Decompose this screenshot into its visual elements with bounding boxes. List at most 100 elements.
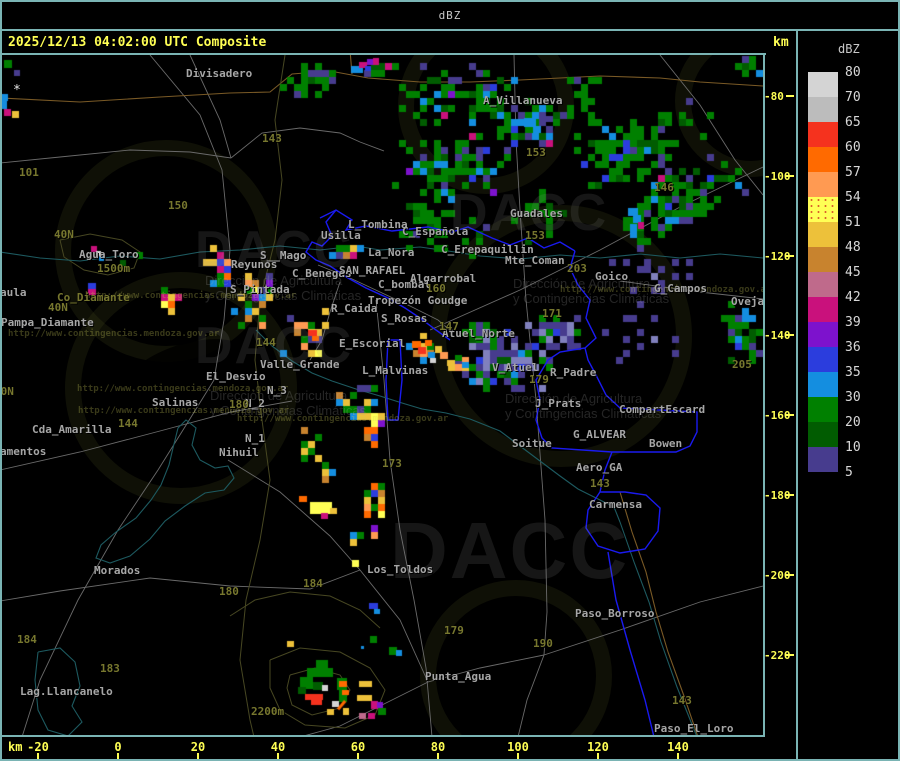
- legend-color-band: [808, 372, 838, 397]
- legend-value-label: 36: [845, 340, 861, 355]
- place-label: R_Caida: [331, 302, 378, 315]
- place-label: E_Escorial: [339, 337, 406, 350]
- place-label: Morados: [94, 564, 141, 577]
- window-title: dBZ: [438, 9, 462, 22]
- legend-value-label: 48: [845, 240, 861, 255]
- km-axis-unit-bottom: km: [8, 740, 23, 754]
- place-label: N_3: [267, 384, 287, 397]
- place-label: El_Desvio: [206, 370, 266, 383]
- place-label: Guadales: [510, 207, 563, 220]
- route-label: 205: [732, 358, 752, 371]
- route-label: 40N: [54, 228, 74, 241]
- right-axis-tick-label: -80: [764, 90, 784, 103]
- route-label: 144: [256, 336, 276, 349]
- route-label: 150: [168, 199, 188, 212]
- right-axis-tick: [786, 494, 794, 496]
- place-label: Pampa_Diamante: [2, 316, 94, 329]
- place-label: Los_Toldos: [367, 563, 434, 576]
- timestamp-label: 2025/12/13 04:02:00 UTC Composite: [8, 35, 267, 50]
- bottom-axis-tick-label: 100: [507, 740, 529, 754]
- route-label: 40N: [48, 301, 68, 314]
- route-label: 179: [444, 624, 464, 637]
- legend-value-label: 35: [845, 365, 861, 380]
- place-label: R_Padre: [550, 366, 597, 379]
- bottom-axis-tick: [597, 753, 599, 759]
- bottom-axis-tick-label: 40: [270, 740, 286, 754]
- route-label: 144: [118, 417, 138, 430]
- map-right-border: [763, 53, 765, 737]
- route-label: 101: [19, 166, 39, 179]
- bottom-axis-tick: [677, 753, 679, 759]
- bottom-axis-tick-label: 80: [430, 740, 446, 754]
- place-label: Cda_Amarilla: [32, 423, 112, 436]
- route-label: 40N: [2, 385, 14, 398]
- place-label: G_ALVEAR: [573, 428, 626, 441]
- place-label: Nihuil: [219, 446, 259, 459]
- route-label: 179: [529, 373, 549, 386]
- route-label: 180: [229, 398, 249, 411]
- legend-value-label: 65: [845, 115, 861, 130]
- route-label: 160: [426, 282, 446, 295]
- place-label: Aero_GA: [576, 461, 623, 474]
- place-label: Paso_Borroso: [575, 607, 655, 620]
- bottom-axis-tick: [197, 753, 199, 759]
- map-bottom-border: [0, 735, 765, 737]
- legend-color-band: [808, 97, 838, 122]
- bottom-axis-tick: [117, 753, 119, 759]
- place-label: SAN_RAFAEL: [339, 264, 406, 277]
- route-label: 146: [654, 181, 674, 194]
- route-label: 2200m: [251, 705, 285, 718]
- bottom-axis-tick-label: 140: [667, 740, 689, 754]
- legend-color-band: [808, 147, 838, 172]
- route-label: 190: [533, 637, 553, 650]
- place-label: Usilla: [321, 229, 361, 242]
- place-label: amentos: [2, 445, 47, 458]
- legend-value-label: 10: [845, 440, 861, 455]
- legend-color-band: [808, 272, 838, 297]
- place-label: Carmensa: [589, 498, 642, 511]
- legend-value-label: 57: [845, 165, 861, 180]
- legend-value-label: 51: [845, 215, 861, 230]
- place-label: Oveja: [731, 295, 763, 308]
- legend-title: dBZ: [838, 42, 860, 56]
- place-label: Lag.Llancanelo: [20, 685, 113, 698]
- place-label: Valle_Grande: [260, 358, 340, 371]
- route-label: 143: [262, 132, 282, 145]
- place-label: Tropezón Goudge: [368, 294, 468, 307]
- right-axis-tick: [786, 574, 794, 576]
- place-label: Punta_Agua: [425, 670, 492, 683]
- place-label: G_Campos: [654, 282, 707, 295]
- legend-color-band: [808, 422, 838, 447]
- legend-color-band: [808, 247, 838, 272]
- bottom-axis-tick: [37, 753, 39, 759]
- right-axis-tick: [786, 175, 794, 177]
- place-label: S_Rosas: [381, 312, 428, 325]
- route-label: 184: [303, 577, 323, 590]
- frame-top: [0, 0, 900, 2]
- legend-color-band: [808, 347, 838, 372]
- radar-map: DACC DACC DACC DACC Dirección de Agricultura…: [2, 55, 763, 735]
- route-label: 183: [100, 662, 120, 675]
- bottom-axis-tick: [437, 753, 439, 759]
- bottom-axis-tick: [357, 753, 359, 759]
- legend-value-label: 39: [845, 315, 861, 330]
- bottom-axis-tick-label: 120: [587, 740, 609, 754]
- place-label: L_Malvinas: [362, 364, 429, 377]
- route-label: 143: [672, 694, 692, 707]
- legend-color-band: [808, 322, 838, 347]
- route-label: 184: [17, 633, 37, 646]
- bottom-axis-tick-label: 60: [350, 740, 366, 754]
- right-axis-tick: [786, 654, 794, 656]
- right-axis-tick: [786, 255, 794, 257]
- legend-value-label: 45: [845, 265, 861, 280]
- place-label: Agua_Toro: [79, 248, 139, 261]
- place-label: A_Villanueva: [483, 94, 563, 107]
- legend-color-band: [808, 122, 838, 147]
- place-label: C_Erepaquillin: [441, 243, 534, 256]
- bottom-axis-tick: [277, 753, 279, 759]
- place-label: Reyunos: [231, 258, 278, 271]
- route-label: 143: [590, 477, 610, 490]
- km-axis-unit-top: km: [773, 35, 789, 50]
- legend-value-label: 42: [845, 290, 861, 305]
- route-label: 147: [439, 320, 459, 333]
